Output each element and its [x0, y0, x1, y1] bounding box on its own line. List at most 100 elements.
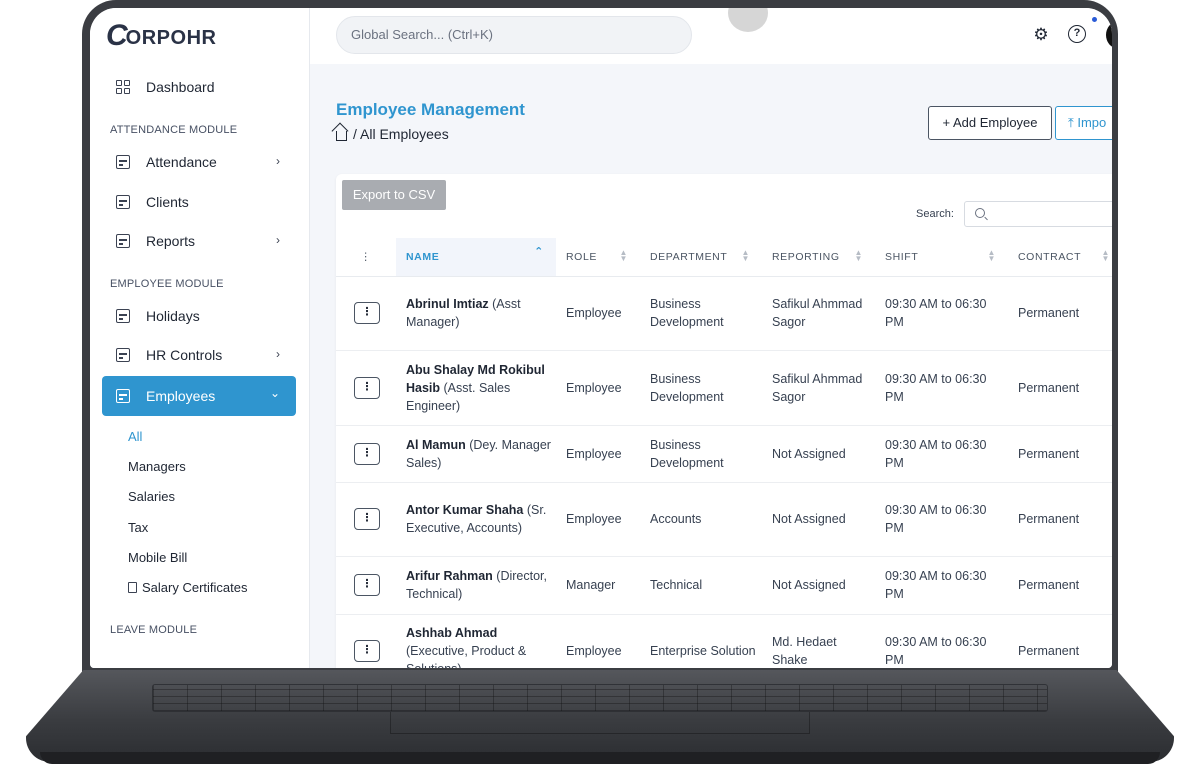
cell-shift: 09:30 AM to 06:30 PM	[875, 482, 1008, 557]
cell-shift: 09:30 AM to 06:30 PM	[875, 425, 1008, 483]
column-header-label: DEPARTMENT	[650, 250, 728, 263]
cell-department: Enterprise Solution	[640, 614, 762, 668]
table-row: ⋮ Ashhab Ahmad (Executive, Product & Sol…	[336, 614, 1112, 668]
laptop-screen: C ORPOHR Dashboard ATTENDANCE MODULE Att…	[90, 8, 1112, 668]
sidebar-item-holidays[interactable]: Holidays	[102, 297, 296, 335]
sidebar-item-label: Attendance	[146, 154, 217, 170]
cell-reporting: Safikul Ahmmad Sagor	[762, 350, 875, 426]
cell-reporting: Not Assigned	[762, 482, 875, 557]
employee-name[interactable]: Ashhab Ahmad	[406, 626, 497, 640]
sidebar-item-hr-controls[interactable]: HR Controls ›	[102, 336, 296, 374]
employee-name[interactable]: Arifur Rahman	[406, 569, 493, 583]
cell-role: Employee	[556, 614, 640, 668]
row-actions-button[interactable]: ⋮	[354, 574, 380, 596]
cell-department: Business Development	[640, 425, 762, 483]
sort-ascending-icon: ⌃	[534, 246, 544, 258]
cell-reporting: Md. Hedaet Shake	[762, 614, 875, 668]
cell-reporting: Not Assigned	[762, 425, 875, 483]
chevron-down-icon: ⌄	[269, 386, 280, 400]
cell-department: Business Development	[640, 276, 762, 351]
sidebar: C ORPOHR Dashboard ATTENDANCE MODULE Att…	[90, 8, 310, 668]
table-row: ⋮ Abu Shalay Md Rokibul Hasib (Asst. Sal…	[336, 350, 1112, 426]
cell-name: Abu Shalay Md Rokibul Hasib (Asst. Sales…	[396, 350, 556, 426]
column-header-actions: ⋮	[336, 238, 396, 277]
sidebar-item-clients[interactable]: Clients	[102, 183, 296, 221]
table-search-input[interactable]	[964, 201, 1112, 227]
logo-text-hr: HR	[186, 26, 217, 49]
cell-name: Al Mamun (Dey. Manager Sales)	[396, 425, 556, 483]
row-actions-button[interactable]: ⋮	[354, 640, 380, 662]
employees-table: ⋮ NAME ⌃ ROLE ▲ ▼ DEPARTMENT ▲ ▼ REPORTING ▲ ▼ …	[336, 238, 1112, 668]
gear-icon[interactable]: ⚙	[1030, 24, 1052, 46]
table-header-row: ⋮ NAME ⌃ ROLE ▲ ▼ DEPARTMENT ▲ ▼ REPORTING ▲ ▼ …	[336, 238, 1112, 277]
cell-role: Employee	[556, 350, 640, 426]
submenu-salaries[interactable]: Salaries	[128, 489, 175, 504]
row-actions-button[interactable]: ⋮	[354, 302, 380, 324]
column-header-contract[interactable]: CONTRACT ▲ ▼	[1008, 238, 1112, 277]
cell-shift: 09:30 AM to 06:30 PM	[875, 614, 1008, 668]
global-search-input[interactable]: Global Search... (Ctrl+K)	[336, 16, 692, 54]
certificate-icon	[128, 582, 137, 593]
sidebar-item-label: Holidays	[146, 308, 200, 324]
sort-icon: ▲ ▼	[1101, 248, 1110, 263]
table-row: ⋮ Abrinul Imtiaz (Asst Manager) Employee…	[336, 276, 1112, 351]
section-label-leave: LEAVE MODULE	[110, 624, 198, 636]
cell-contract: Permanent	[1008, 276, 1112, 351]
sidebar-item-label: HR Controls	[146, 347, 223, 363]
cell-contract: Permanent	[1008, 482, 1112, 557]
cell-name: Antor Kumar Shaha (Sr. Executive, Accoun…	[396, 482, 556, 557]
submenu-mobile-bill[interactable]: Mobile Bill	[128, 550, 187, 565]
help-icon[interactable]: ?	[1068, 25, 1086, 43]
list-icon	[116, 155, 130, 169]
employee-name[interactable]: Al Mamun	[406, 438, 466, 452]
page-title: Employee Management	[336, 100, 525, 119]
employee-title: (Executive, Product & Solutions)	[406, 644, 527, 668]
cell-role: Employee	[556, 482, 640, 557]
employee-name[interactable]: Antor Kumar Shaha	[406, 503, 523, 517]
submenu-salary-certificates[interactable]: Salary Certificates	[128, 580, 247, 595]
cell-reporting: Safikul Ahmmad Sagor	[762, 276, 875, 351]
cell-reporting: Not Assigned	[762, 556, 875, 615]
column-header-label: ROLE	[566, 250, 597, 263]
breadcrumb-current: / All Employees	[353, 126, 449, 142]
column-header-reporting[interactable]: REPORTING ▲ ▼	[762, 238, 875, 277]
row-actions-button[interactable]: ⋮	[354, 508, 380, 530]
row-actions-button[interactable]: ⋮	[354, 376, 380, 399]
column-header-department[interactable]: DEPARTMENT ▲ ▼	[640, 238, 762, 277]
sidebar-item-label: Clients	[146, 194, 189, 210]
add-employee-button[interactable]: + Add Employee	[928, 106, 1052, 140]
column-header-name[interactable]: NAME ⌃	[396, 238, 556, 277]
cell-role: Employee	[556, 276, 640, 351]
employee-name[interactable]: Abrinul Imtiaz	[406, 297, 489, 311]
sidebar-item-reports[interactable]: Reports ›	[102, 222, 296, 260]
chevron-right-icon: ›	[276, 154, 280, 168]
table-search-label: Search:	[916, 208, 954, 220]
column-header-role[interactable]: ROLE ▲ ▼	[556, 238, 640, 277]
sidebar-item-employees[interactable]: Employees ⌄	[102, 376, 296, 416]
logo-text: ORPOHR	[126, 27, 217, 50]
column-header-shift[interactable]: SHIFT ▲ ▼	[875, 238, 1008, 277]
submenu-managers[interactable]: Managers	[128, 459, 186, 474]
cell-shift: 09:30 AM to 06:30 PM	[875, 350, 1008, 426]
list-icon	[116, 195, 130, 209]
sort-icon: ▲ ▼	[741, 248, 750, 263]
search-icon	[975, 208, 985, 218]
import-button[interactable]: ⤒ Impo	[1055, 106, 1112, 140]
breadcrumb: / All Employees	[336, 126, 449, 142]
submenu-tax[interactable]: Tax	[128, 520, 148, 535]
export-csv-button[interactable]: Export to CSV	[342, 180, 446, 210]
submenu-all[interactable]: All	[128, 429, 142, 444]
sidebar-item-attendance[interactable]: Attendance ›	[102, 143, 296, 181]
list-icon	[116, 309, 130, 323]
cell-department: Business Development	[640, 350, 762, 426]
cell-department: Accounts	[640, 482, 762, 557]
laptop-base-edge	[40, 752, 1160, 764]
row-actions-button[interactable]: ⋮	[354, 442, 380, 465]
cell-name: Arifur Rahman (Director, Technical)	[396, 556, 556, 615]
home-icon[interactable]	[336, 130, 347, 141]
section-label-employee: EMPLOYEE MODULE	[110, 278, 224, 290]
sidebar-item-dashboard[interactable]: Dashboard	[102, 68, 296, 106]
avatar[interactable]	[1106, 22, 1112, 48]
corpohr-logo[interactable]: C ORPOHR	[106, 21, 217, 51]
cell-contract: Permanent	[1008, 556, 1112, 615]
